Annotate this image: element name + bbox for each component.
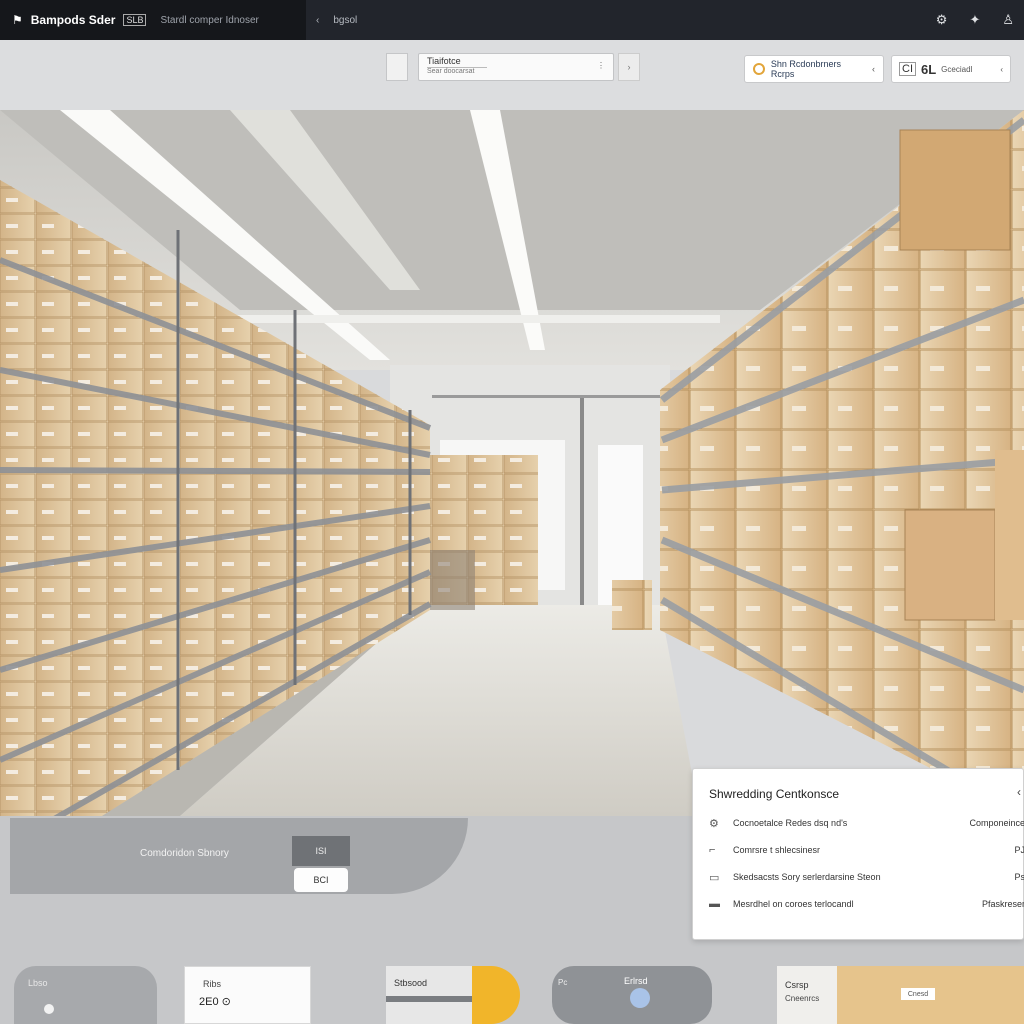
app-tag: SLB: [123, 14, 147, 26]
summary-card-1[interactable]: Lbso: [14, 966, 157, 1024]
gear-people-icon: ⚙: [709, 817, 719, 830]
row-value: Ps: [1014, 872, 1024, 882]
chevron-down-icon: ‹: [1000, 64, 1003, 74]
card-icon: ▭: [709, 871, 720, 884]
view-code: 6L: [921, 61, 937, 77]
card-title: Csrsp: [785, 980, 809, 990]
row-value: PJ: [1014, 845, 1024, 855]
category-banner: [10, 818, 468, 894]
chip-code: ISI: [292, 836, 350, 866]
summary-card-5[interactable]: Csrsp Cneenrcs Cnesd: [777, 966, 1024, 1024]
filter-label: Tiaifotce: [427, 56, 461, 66]
view-icon: CI: [899, 62, 916, 76]
card-value: 2E0 ⊙: [199, 996, 231, 1008]
summary-card-4[interactable]: Pc Erlrsd: [552, 966, 712, 1024]
row-value: Pfaskreser: [981, 899, 1024, 909]
status-dot-icon: [44, 1004, 54, 1014]
app-name: Bampods Sder: [30, 13, 116, 27]
brand[interactable]: ⚑ Bampods Sder SLB Stardl comper Idnoser: [0, 0, 306, 40]
summary-card-3[interactable]: Stbsood: [386, 966, 520, 1024]
box-icon: ▬: [709, 898, 720, 910]
store-select-label: Shn Rcdonbrners Rcrps: [770, 59, 841, 79]
store-status-icon: [753, 63, 765, 75]
notification-icon[interactable]: ✦: [969, 12, 980, 28]
settings-icon[interactable]: ⚙: [936, 12, 948, 28]
expand-button[interactable]: ›: [618, 53, 640, 81]
recommendations-panel: Shwredding Centkonsce ‹ ⚙ Cocnoetalce Re…: [692, 768, 1024, 940]
card-title: Pc: [558, 978, 568, 987]
summary-card-2[interactable]: Ribs 2E0 ⊙: [184, 966, 311, 1024]
panel-row[interactable]: ▭ Skedsacsts Sory serlerdarsine Steon Ps: [709, 867, 1024, 887]
store-select[interactable]: Shn Rcdonbrners Rcrps ‹: [744, 55, 884, 83]
panel-row[interactable]: ⚙ Cocnoetalce Redes dsq nd's Componeince: [709, 813, 1024, 833]
cart-icon: ⌐: [709, 844, 716, 856]
user-icon[interactable]: ♙: [1002, 12, 1014, 28]
chevron-down-icon: ‹: [872, 64, 875, 74]
filter-group: Tiaifotce Sear doocarsat ⋮ ›: [386, 52, 644, 82]
category-label: Comdoridon Sbnory: [140, 848, 229, 859]
back-arrow-icon[interactable]: ‹: [316, 15, 319, 26]
row-label: Mesrdhel on coroes terlocandl: [733, 899, 854, 909]
app-subtitle: Stardl comper Idnoser: [160, 14, 259, 26]
warehouse-aisle-image: [0, 110, 1024, 816]
top-actions: ⚙ ✦ ♙: [936, 0, 1014, 40]
panel-title: Shwredding Centkonsce: [709, 787, 840, 801]
top-app-bar: ⚑ Bampods Sder SLB Stardl comper Idnoser…: [0, 0, 1024, 40]
card-subtitle: Cneenrcs: [785, 994, 820, 1003]
progress-bar: [386, 996, 472, 1002]
row-value: Componeince: [969, 818, 1024, 828]
chip-button[interactable]: BCI: [294, 868, 348, 892]
card-subtitle: Erlrsd: [624, 976, 648, 986]
filter-toggle-button[interactable]: [386, 53, 408, 81]
row-label: Skedsacsts Sory serlerdarsine Steon: [733, 872, 881, 882]
drag-handle-icon[interactable]: ⋮: [597, 61, 605, 70]
category-chip[interactable]: ISI BCI: [292, 836, 350, 892]
search-filter-input[interactable]: Tiaifotce Sear doocarsat ⋮: [418, 53, 614, 81]
row-label: Cocnoetalce Redes dsq nd's: [733, 818, 848, 828]
panel-row[interactable]: ⌐ Comrsre t shlecsinesr PJ: [709, 840, 1024, 860]
collapse-icon[interactable]: ‹: [1017, 785, 1021, 799]
breadcrumb-item[interactable]: bgsol: [333, 15, 357, 26]
card-body: [386, 966, 472, 1024]
card-title: Stbsood: [394, 978, 428, 988]
breadcrumb: ‹ bgsol: [316, 0, 357, 40]
filter-sublabel: Sear doocarsat: [427, 67, 487, 75]
card-title: Lbso: [28, 978, 48, 988]
view-select[interactable]: CI 6L Gceciadl ‹: [891, 55, 1011, 83]
info-dot-icon: [630, 988, 650, 1008]
app-logo-icon: ⚑: [12, 13, 23, 27]
card-title: Ribs: [203, 979, 222, 989]
view-select-label: Gceciadl: [941, 64, 973, 74]
panel-row[interactable]: ▬ Mesrdhel on coroes terlocandl Pfaskres…: [709, 894, 1024, 914]
row-label: Comrsre t shlecsinesr: [733, 845, 821, 855]
card-pill[interactable]: Cnesd: [901, 988, 935, 1000]
